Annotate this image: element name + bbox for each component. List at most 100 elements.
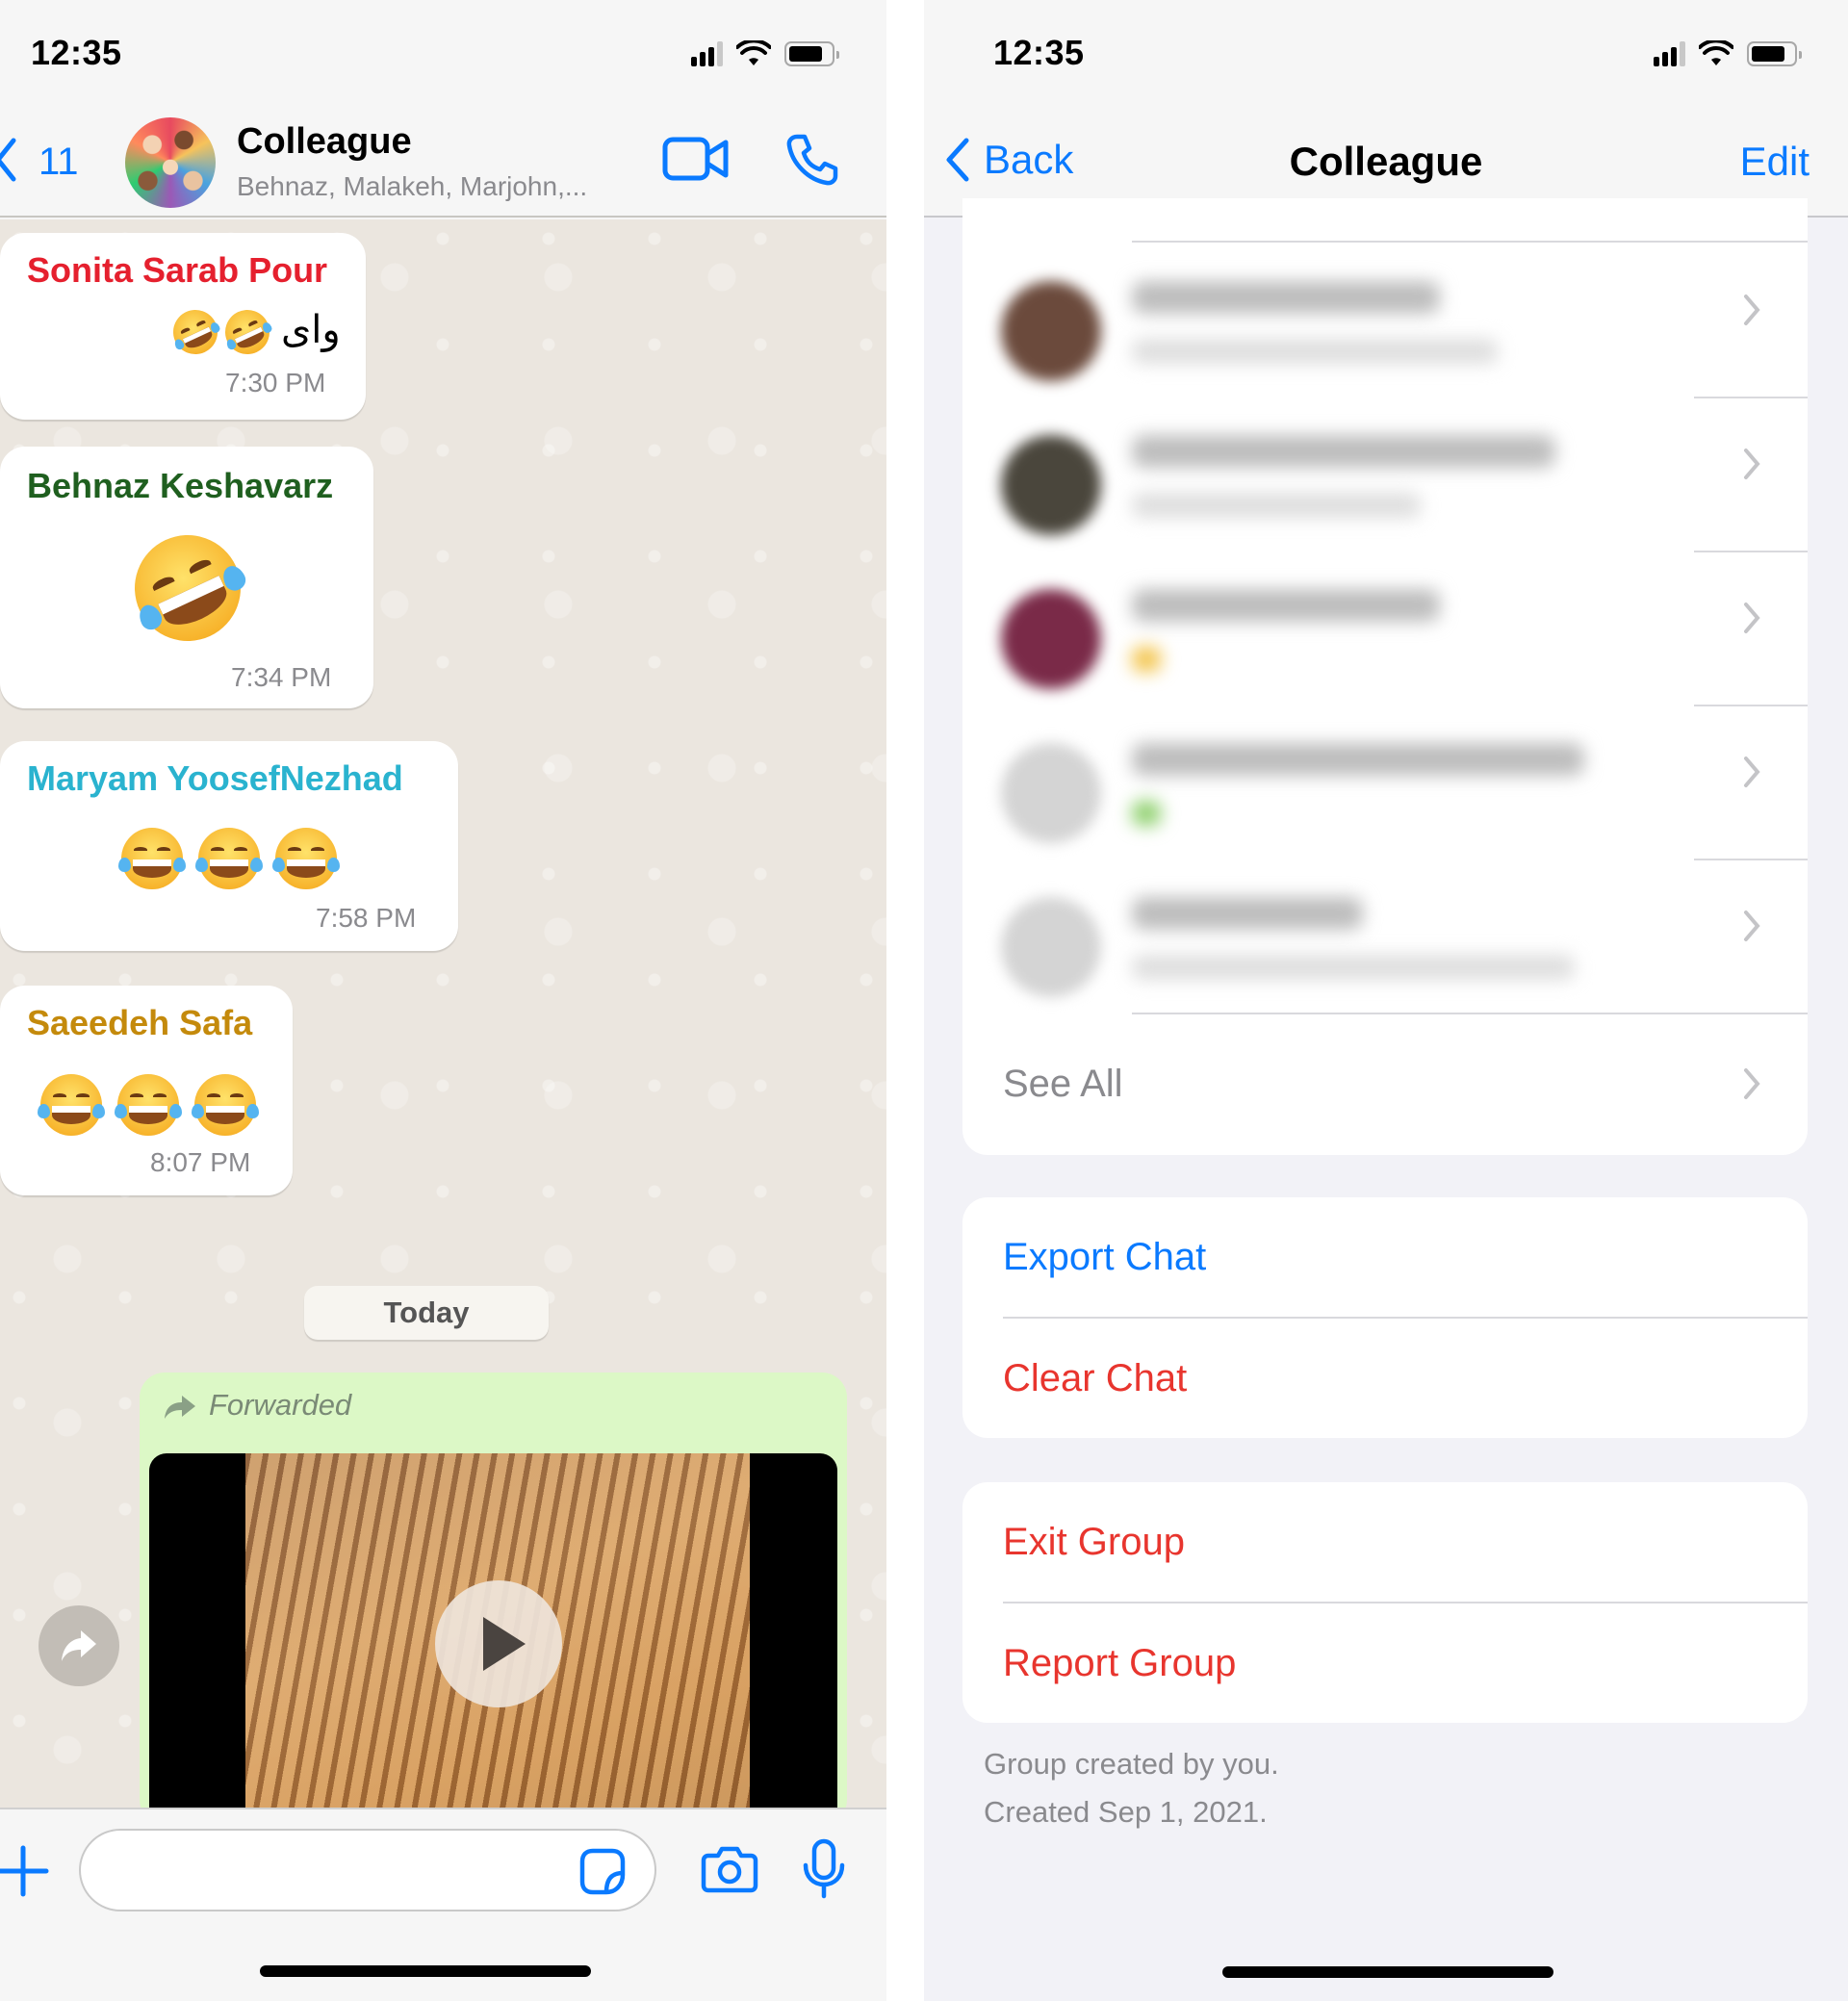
status-icons — [691, 40, 839, 67]
status-time: 12:35 — [31, 33, 122, 72]
clear-chat-button[interactable]: Clear Chat — [1003, 1357, 1187, 1400]
member-row[interactable] — [962, 705, 1808, 859]
member-row[interactable] — [962, 551, 1808, 705]
member-row[interactable] — [962, 397, 1808, 551]
plus-icon[interactable] — [0, 1844, 50, 1898]
member-status-blurred — [1132, 801, 1161, 826]
group-actions-card: Exit Group Report Group — [962, 1482, 1808, 1723]
tears-of-joy-emoji-icon — [118, 828, 186, 889]
member-row[interactable] — [962, 859, 1808, 1013]
play-icon[interactable] — [435, 1580, 562, 1707]
chevron-right-icon — [1744, 603, 1760, 633]
rofl-emoji-icon — [116, 517, 259, 659]
message-time: 8:07 PM — [150, 1147, 251, 1177]
camera-icon[interactable] — [701, 1844, 758, 1894]
forwarded-label: Forwarded — [209, 1388, 352, 1422]
wifi-icon — [1699, 40, 1733, 65]
chevron-right-icon — [1744, 295, 1760, 325]
report-group-button[interactable]: Report Group — [1003, 1642, 1236, 1685]
share-forward-icon — [62, 1630, 96, 1661]
tears-of-joy-emoji-icon — [115, 1074, 182, 1136]
chevron-right-icon — [1744, 757, 1760, 787]
member-name-blurred — [1132, 743, 1584, 776]
exit-group-button[interactable]: Exit Group — [1003, 1521, 1185, 1564]
member-avatar — [1001, 435, 1101, 535]
page-title: Colleague — [1289, 139, 1483, 184]
message-input[interactable] — [79, 1829, 656, 1911]
member-avatar — [1001, 589, 1101, 689]
message-bubble[interactable]: Maryam YoosefNezhad 7:58 PM — [0, 741, 458, 951]
tears-of-joy-emoji-icon — [192, 1074, 259, 1136]
forwarded-video-bubble[interactable]: Forwarded 12:34 AM ✓ — [140, 1372, 847, 1808]
home-indicator — [260, 1965, 591, 1977]
message-emoji — [116, 517, 259, 659]
export-chat-button[interactable]: Export Chat — [1003, 1236, 1206, 1279]
member-avatar — [1001, 281, 1101, 381]
member-status-blurred — [1132, 493, 1421, 518]
chat-actions-card: Export Chat Clear Chat — [962, 1197, 1808, 1438]
status-icons — [1654, 40, 1802, 67]
member-status-blurred — [1132, 647, 1161, 672]
video-thumbnail[interactable]: 12:34 AM ✓ — [149, 1453, 837, 1808]
battery-icon — [784, 41, 839, 66]
message-time: 7:58 PM — [316, 903, 417, 933]
phone-icon[interactable] — [785, 133, 839, 187]
member-name-blurred — [1132, 435, 1555, 468]
message-sender: Maryam YoosefNezhad — [27, 758, 403, 798]
message-time: 7:34 PM — [231, 662, 332, 692]
member-name-blurred — [1132, 897, 1363, 930]
member-name-blurred — [1132, 589, 1440, 622]
edit-button[interactable]: Edit — [1740, 139, 1810, 185]
message-text: وای — [281, 309, 341, 351]
group-created-date: Created Sep 1, 2021. — [984, 1795, 1268, 1829]
cellular-signal-icon — [691, 41, 723, 66]
divider — [1003, 1602, 1808, 1603]
group-info-screen: 12:35 Back Colleague Edit See All Export… — [924, 0, 1848, 2001]
see-all-row[interactable]: See All — [962, 1014, 1808, 1155]
cellular-signal-icon — [1654, 41, 1685, 66]
member-name-blurred — [1132, 281, 1440, 314]
battery-icon — [1747, 41, 1802, 66]
chevron-right-icon — [1744, 1068, 1760, 1099]
member-status-blurred — [1132, 955, 1575, 980]
message-emoji — [166, 302, 277, 362]
chat-header: 11 Colleague Behnaz, Malakeh, Marjohn,..… — [0, 106, 886, 218]
message-time: 7:30 PM — [225, 368, 326, 398]
unread-count-back-button[interactable]: 11 — [38, 141, 79, 184]
group-members-subtitle[interactable]: Behnaz, Malakeh, Marjohn,... — [237, 171, 587, 202]
member-avatar — [1001, 897, 1101, 997]
chevron-left-icon[interactable] — [0, 135, 19, 185]
group-avatar[interactable] — [125, 117, 216, 208]
home-indicator — [1222, 1966, 1553, 1978]
chat-screen: 12:35 11 Colleague Behnaz, Malakeh, Marj… — [0, 0, 886, 2001]
status-bar: 12:35 — [0, 0, 886, 106]
members-list: See All — [962, 198, 1808, 1155]
message-emoji — [118, 828, 340, 889]
divider — [1003, 1317, 1808, 1319]
message-sender: Behnaz Keshavarz — [27, 466, 334, 505]
message-bubble[interactable]: Behnaz Keshavarz 7:34 PM — [0, 447, 373, 708]
share-button[interactable] — [38, 1605, 119, 1686]
day-divider: Today — [304, 1286, 549, 1340]
microphone-icon[interactable] — [801, 1838, 847, 1900]
message-bubble[interactable]: Saeedeh Safa 8:07 PM — [0, 986, 293, 1195]
member-avatar — [1001, 743, 1101, 843]
message-sender: Sonita Sarab Pour — [27, 250, 328, 290]
chat-messages-area[interactable]: Sonita Sarab Pour وای 7:30 PM Behnaz Kes… — [0, 219, 886, 1808]
tears-of-joy-emoji-icon — [195, 828, 263, 889]
tears-of-joy-emoji-icon — [272, 828, 340, 889]
see-all-label: See All — [1003, 1063, 1123, 1105]
member-status-blurred — [1132, 339, 1498, 364]
group-title[interactable]: Colleague — [237, 121, 412, 163]
message-emoji — [38, 1074, 259, 1136]
chevron-right-icon — [1744, 911, 1760, 941]
message-sender: Saeedeh Safa — [27, 1003, 253, 1042]
video-call-icon[interactable] — [662, 135, 730, 183]
status-time: 12:35 — [993, 33, 1085, 72]
status-bar: 12:35 — [924, 0, 1848, 106]
sticker-icon[interactable] — [579, 1848, 626, 1896]
member-row[interactable] — [962, 243, 1808, 397]
forward-arrow-icon — [165, 1396, 195, 1419]
group-created-note: Group created by you. Created Sep 1, 202… — [984, 1740, 1279, 1836]
message-bubble[interactable]: Sonita Sarab Pour وای 7:30 PM — [0, 233, 366, 420]
